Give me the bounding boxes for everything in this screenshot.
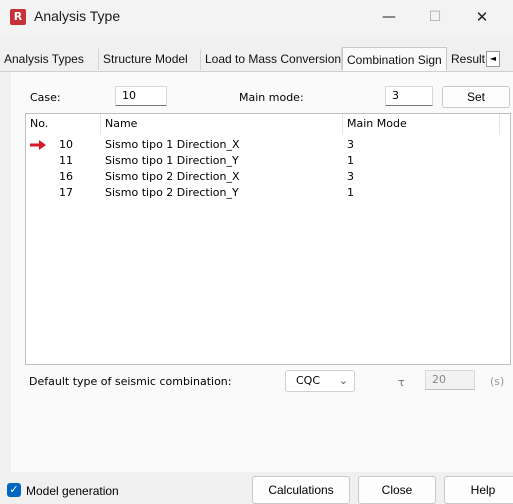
seismic-combination-value: CQC bbox=[296, 374, 321, 387]
row-name: Sismo tipo 1 Direction_X bbox=[105, 138, 240, 151]
chevron-down-icon: ⌄ bbox=[338, 374, 348, 387]
column-header-name[interactable]: Name bbox=[101, 114, 343, 134]
window-title: Analysis Type bbox=[34, 8, 121, 24]
tau-unit: (s) bbox=[490, 375, 505, 388]
tab-strip: Analysis Types Structure Model Load to M… bbox=[0, 47, 513, 72]
close-button[interactable]: Close bbox=[358, 476, 436, 504]
minimize-button[interactable]: — bbox=[366, 0, 412, 34]
calculations-button[interactable]: Calculations bbox=[252, 476, 350, 504]
row-main-mode: 1 bbox=[347, 186, 354, 199]
tab-scroll-left-button[interactable]: ◄ bbox=[486, 51, 500, 67]
seismic-combination-select[interactable]: CQC ⌄ bbox=[285, 370, 355, 392]
title-bar: R Analysis Type — ☐ ✕ bbox=[0, 0, 513, 36]
model-generation-label: Model generation bbox=[26, 484, 119, 498]
main-mode-input[interactable]: 3 bbox=[385, 86, 433, 106]
app-logo-icon: R bbox=[10, 9, 26, 25]
row-no: 11 bbox=[59, 154, 73, 167]
seismic-combination-label: Default type of seismic combination: bbox=[29, 375, 232, 388]
tab-structure-model[interactable]: Structure Model bbox=[99, 49, 201, 70]
main-mode-label: Main mode: bbox=[239, 91, 304, 104]
row-no: 17 bbox=[59, 186, 73, 199]
tab-analysis-types[interactable]: Analysis Types bbox=[0, 49, 99, 70]
combination-table: No. Name Main Mode 10 Sismo tipo 1 Direc… bbox=[25, 113, 511, 365]
tau-input[interactable]: 20 bbox=[425, 370, 475, 390]
case-input[interactable]: 10 bbox=[115, 86, 167, 106]
model-generation-checkbox[interactable]: ✓ bbox=[7, 483, 21, 497]
row-main-mode: 3 bbox=[347, 170, 354, 183]
column-header-no[interactable]: No. bbox=[26, 114, 101, 134]
table-header: No. Name Main Mode bbox=[26, 114, 510, 134]
help-button[interactable]: Help bbox=[444, 476, 513, 504]
tab-result[interactable]: Result bbox=[448, 49, 486, 70]
tab-load-to-mass-conversion[interactable]: Load to Mass Conversion bbox=[201, 49, 342, 70]
row-name: Sismo tipo 1 Direction_Y bbox=[105, 154, 239, 167]
table-row[interactable]: 10 Sismo tipo 1 Direction_X 3 bbox=[26, 137, 510, 153]
tau-symbol: τ bbox=[398, 376, 405, 389]
close-window-button[interactable]: ✕ bbox=[459, 0, 505, 34]
set-button[interactable]: Set bbox=[442, 86, 510, 108]
row-no: 16 bbox=[59, 170, 73, 183]
row-no: 10 bbox=[59, 138, 73, 151]
row-name: Sismo tipo 2 Direction_Y bbox=[105, 186, 239, 199]
selected-row-arrow-icon bbox=[30, 140, 46, 150]
case-label: Case: bbox=[30, 91, 61, 104]
column-header-main-mode[interactable]: Main Mode bbox=[343, 114, 500, 134]
maximize-button[interactable]: ☐ bbox=[412, 0, 458, 34]
row-main-mode: 1 bbox=[347, 154, 354, 167]
row-main-mode: 3 bbox=[347, 138, 354, 151]
table-row[interactable]: 11 Sismo tipo 1 Direction_Y 1 bbox=[26, 153, 510, 169]
tab-combination-sign[interactable]: Combination Sign bbox=[342, 47, 447, 71]
table-row[interactable]: 17 Sismo tipo 2 Direction_Y 1 bbox=[26, 185, 510, 201]
row-name: Sismo tipo 2 Direction_X bbox=[105, 170, 240, 183]
table-row[interactable]: 16 Sismo tipo 2 Direction_X 3 bbox=[26, 169, 510, 185]
